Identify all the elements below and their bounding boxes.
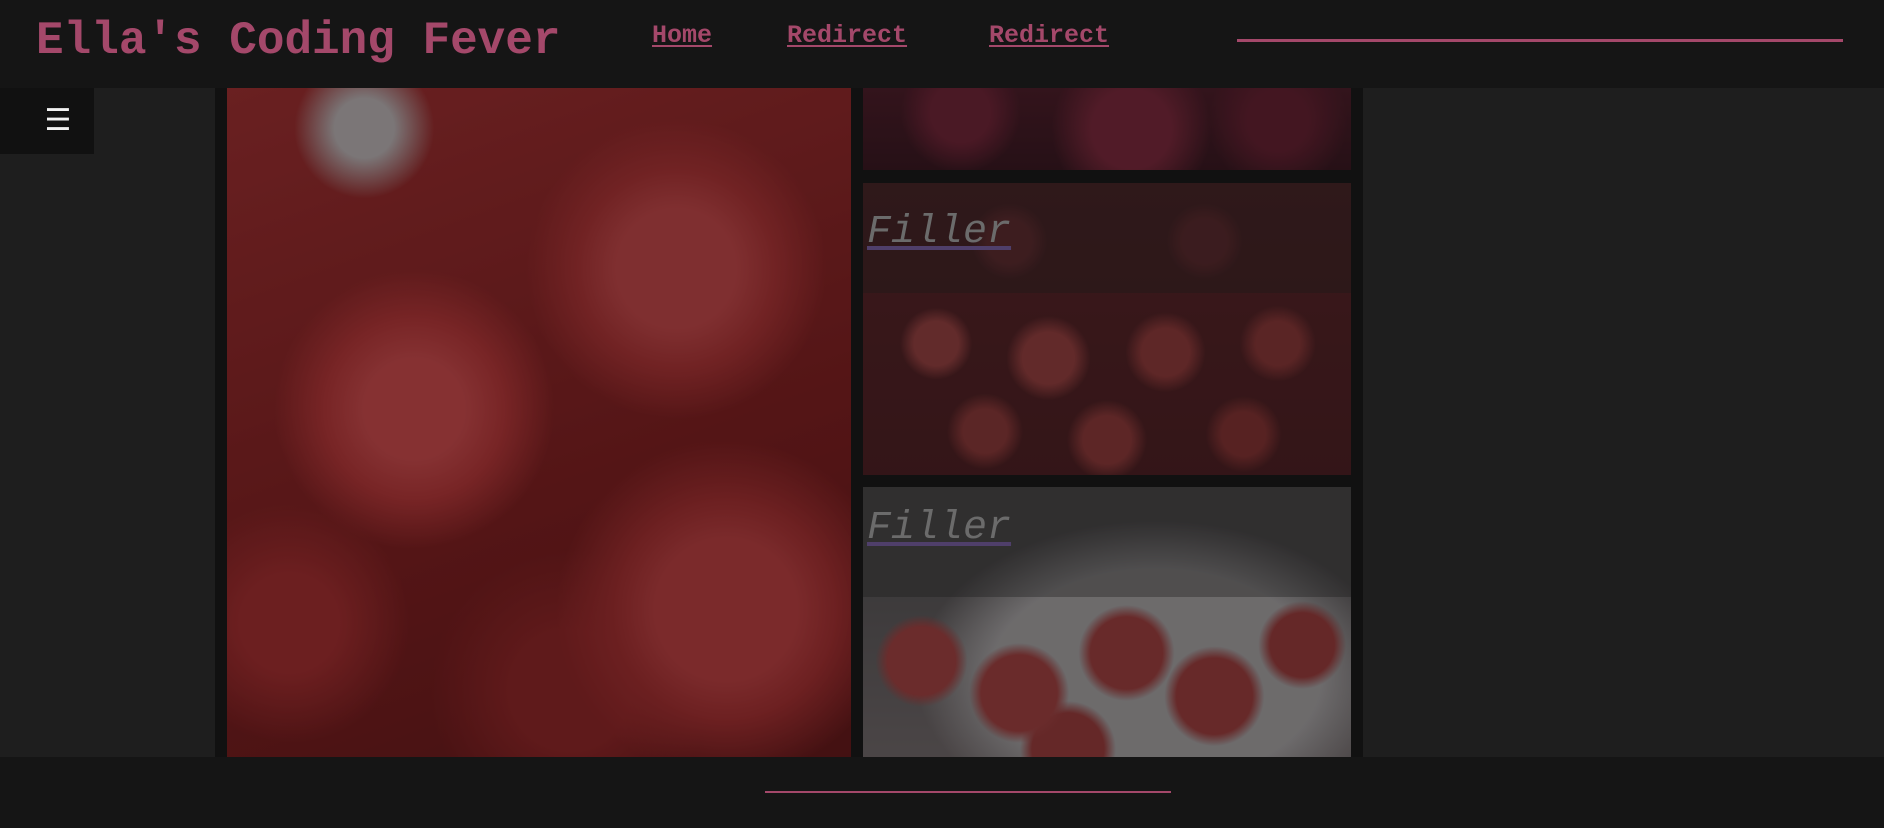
- site-title: Ella's Coding Fever: [36, 15, 561, 67]
- site-header: Ella's Coding Fever Home Redirect Redire…: [0, 0, 1884, 88]
- nav-link-home[interactable]: Home: [652, 20, 712, 52]
- image-gallery: Filler Filler: [215, 88, 1363, 757]
- gallery-image-raspberries-bowl: Filler: [863, 487, 1351, 757]
- footer-divider: [765, 791, 1171, 793]
- menu-toggle-button[interactable]: ☰: [0, 88, 94, 154]
- header-divider: [1237, 39, 1843, 42]
- nav-link-redirect-1[interactable]: Redirect: [787, 20, 907, 52]
- gallery-image-raspberries-closeup: [227, 88, 851, 757]
- hamburger-icon: ☰: [44, 103, 72, 138]
- site-footer: [0, 757, 1884, 828]
- filler-link[interactable]: Filler: [867, 506, 1011, 552]
- nav-link-redirect-2[interactable]: Redirect: [989, 20, 1109, 52]
- filler-link[interactable]: Filler: [867, 210, 1011, 256]
- gallery-image-raspberries-pile: Filler: [863, 183, 1351, 475]
- gallery-image-raspberries-dark: [863, 88, 1351, 170]
